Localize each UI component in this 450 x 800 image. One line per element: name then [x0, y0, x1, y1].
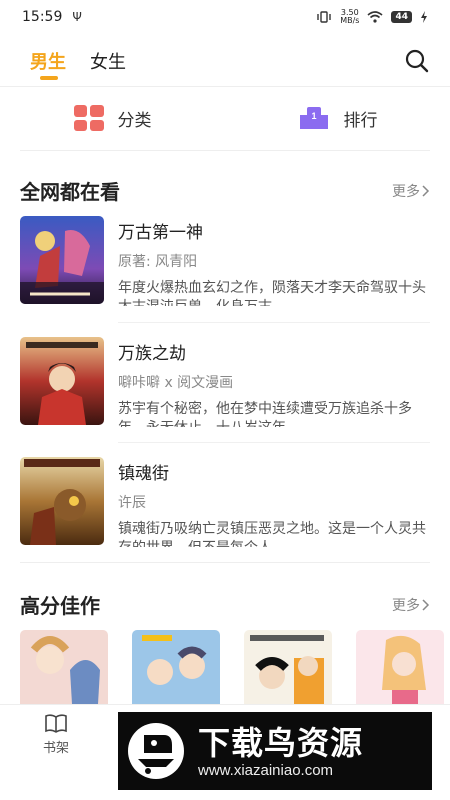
section-divider — [20, 150, 430, 151]
book-title: 万古第一神 — [118, 223, 203, 243]
book-cover — [20, 216, 104, 304]
ranking-label: 排行 — [343, 110, 378, 131]
tab-male[interactable]: 男生 — [30, 38, 66, 80]
section-popular-title: 全网都在看 — [20, 180, 120, 204]
book-item[interactable]: 镇魂街 许辰 镇魂街乃吸纳亡灵镇压恶灵之地。这是一个人灵共存的世界，但不是每个人… — [20, 457, 430, 547]
search-icon[interactable] — [404, 48, 430, 74]
book-description: 镇魂街乃吸纳亡灵镇压恶灵之地。这是一个人灵共存的世界，但不是每个人… — [118, 521, 426, 547]
book-author: 噼咔噼 x 阅文漫画 — [118, 375, 234, 391]
more-label: 更多 — [392, 597, 420, 614]
category-icon — [73, 105, 104, 131]
book-cover — [20, 457, 104, 545]
high-score-list — [20, 630, 450, 704]
tab-female-label: 女生 — [90, 52, 126, 73]
ranking-icon: 1 — [299, 107, 328, 129]
quick-links: 分类 1 排行 — [0, 100, 450, 136]
book-author: 原著: 风青阳 — [118, 254, 198, 270]
more-label: 更多 — [392, 183, 420, 200]
section-popular-header: 全网都在看 更多 — [20, 176, 430, 205]
vibrate-icon — [317, 11, 331, 23]
list-divider — [118, 442, 430, 443]
book-cover — [20, 337, 104, 425]
book-author: 许辰 — [118, 495, 146, 511]
section-high-score-more-link[interactable]: 更多 — [392, 595, 430, 615]
book-title: 镇魂街 — [118, 464, 169, 484]
bookshelf-label: 书架 — [42, 741, 69, 756]
list-divider — [118, 322, 430, 323]
book-description: 苏宇有个秘密，他在梦中连续遭受万族追杀十多年，永无休止。十八岁这年… — [118, 401, 412, 427]
status-time: 15:59 — [22, 9, 63, 25]
book-cover[interactable] — [132, 630, 220, 704]
book-cover[interactable] — [356, 630, 444, 704]
watermark-url: www.xiazainiao.com — [198, 761, 334, 779]
bottom-nav-bookshelf[interactable]: 书架 — [36, 713, 76, 756]
ranking-button[interactable]: 1 排行 — [225, 100, 450, 136]
section-divider — [20, 562, 430, 563]
net-speed-unit: MB/s — [340, 16, 360, 25]
book-title: 万族之劫 — [118, 344, 186, 364]
tab-male-label: 男生 — [30, 52, 66, 73]
section-high-score-header: 高分佳作 更多 — [20, 590, 430, 619]
battery-indicator: 44 — [391, 11, 412, 23]
book-cover[interactable] — [244, 630, 332, 704]
book-cover[interactable] — [20, 630, 108, 704]
book-icon — [45, 714, 67, 733]
chevron-right-icon — [422, 184, 430, 197]
bird-logo-icon — [128, 723, 184, 779]
net-speed: 3.50 MB/s — [340, 9, 359, 25]
category-button[interactable]: 分类 — [0, 100, 225, 136]
usb-icon: Ψ — [72, 10, 82, 24]
status-icons: 3.50 MB/s 44 — [316, 9, 428, 25]
category-label: 分类 — [117, 110, 152, 131]
book-item[interactable]: 万族之劫 噼咔噼 x 阅文漫画 苏宇有个秘密，他在梦中连续遭受万族追杀十多年，永… — [20, 337, 430, 427]
charging-icon — [421, 11, 427, 23]
chevron-right-icon — [422, 598, 430, 611]
section-popular-more-link[interactable]: 更多 — [392, 181, 430, 201]
book-item[interactable]: 万古第一神 原著: 风青阳 年度火爆热血玄幻之作，陨落天才李天命驾驭十头太古混沌… — [20, 216, 430, 306]
section-high-score-title: 高分佳作 — [20, 594, 100, 618]
ranking-badge: 1 — [311, 111, 316, 121]
status-bar: 15:59 Ψ 3.50 MB/s 44 — [0, 0, 450, 34]
tab-female[interactable]: 女生 — [90, 38, 126, 74]
wifi-icon — [367, 11, 383, 23]
watermark-title: 下载鸟资源 — [198, 723, 364, 762]
top-tabs: 男生 女生 — [0, 38, 450, 86]
watermark-banner: 下载鸟资源 www.xiazainiao.com — [118, 712, 432, 790]
tab-active-indicator — [40, 76, 58, 80]
header-divider — [0, 86, 450, 87]
book-description: 年度火爆热血玄幻之作，陨落天才李天命驾驭十头太古混沌巨兽，化身万古… — [118, 280, 426, 306]
